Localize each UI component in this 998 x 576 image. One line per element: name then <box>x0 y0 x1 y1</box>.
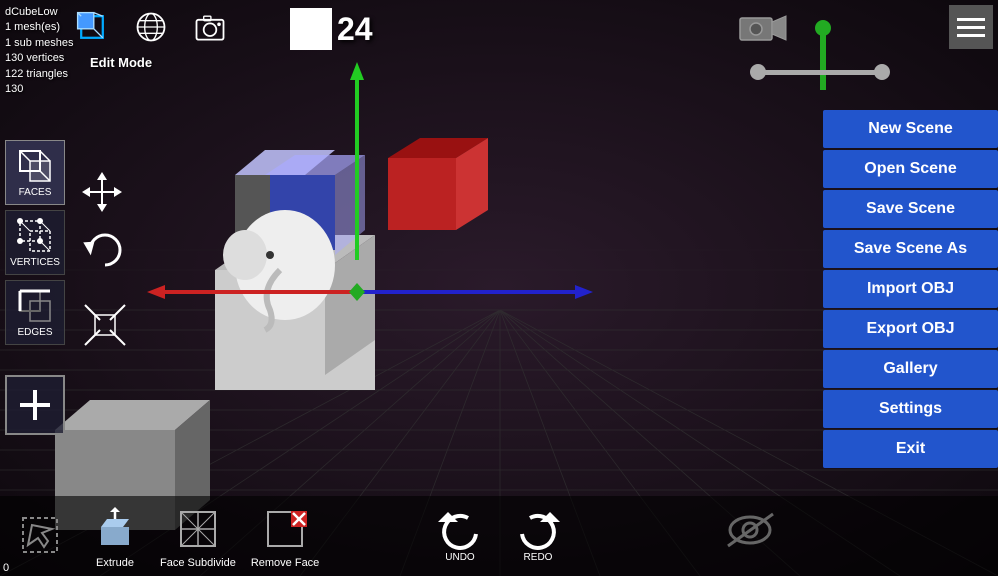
faces-tool[interactable]: FACES <box>5 140 65 205</box>
import-obj-button[interactable]: Import OBJ <box>823 270 998 308</box>
edit-mode-label: Edit Mode <box>90 55 152 70</box>
save-scene-button[interactable]: Save Scene <box>823 190 998 228</box>
vertices-count: 130 vertices <box>5 51 73 66</box>
right-menu: New Scene Open Scene Save Scene Save Sce… <box>823 110 998 468</box>
faces-label: FACES <box>19 187 52 198</box>
vertices-label: VERTICES <box>10 257 60 268</box>
face-subdivide-label: Face Subdivide <box>160 557 236 569</box>
redo-label: REDO <box>524 552 553 563</box>
frame-counter: 24 <box>290 8 373 50</box>
undo-rotate-tool[interactable] <box>80 225 130 280</box>
object-name: dCubeLow <box>5 5 73 20</box>
viewport[interactable]: dCubeLow 1 mesh(es) 1 sub meshes 130 ver… <box>0 0 998 576</box>
left-tools-panel: FACES VERTICES <box>5 140 65 345</box>
open-scene-button[interactable]: Open Scene <box>823 150 998 188</box>
scale-tool[interactable] <box>80 300 130 355</box>
extrude-icon <box>89 503 141 555</box>
select-icon <box>14 509 66 561</box>
face-subdivide-button[interactable]: Face Subdivide <box>160 503 236 569</box>
remove-face-icon <box>259 503 311 555</box>
coord-display: 0 <box>3 562 9 574</box>
extrude-tool-button[interactable]: Extrude <box>85 503 145 569</box>
settings-button[interactable]: Settings <box>823 390 998 428</box>
info-panel: dCubeLow 1 mesh(es) 1 sub meshes 130 ver… <box>5 5 73 97</box>
cube-mode-button[interactable] <box>70 5 114 49</box>
extra-count: 130 <box>5 82 73 97</box>
sub-meshes: 1 sub meshes <box>5 36 73 51</box>
new-scene-button[interactable]: New Scene <box>823 110 998 148</box>
hamburger-line-3 <box>957 34 985 37</box>
screenshot-button[interactable] <box>188 5 232 49</box>
coord-value: 0 <box>3 562 9 574</box>
select-tool-button[interactable] <box>10 509 70 563</box>
undo-button[interactable]: UNDO <box>436 510 484 563</box>
save-scene-as-button[interactable]: Save Scene As <box>823 230 998 268</box>
mesh-count: 1 mesh(es) <box>5 20 73 35</box>
top-toolbar <box>70 5 232 49</box>
globe-button[interactable] <box>129 5 173 49</box>
hamburger-line-1 <box>957 18 985 21</box>
edges-label: EDGES <box>17 327 52 338</box>
vertices-tool[interactable]: VERTICES <box>5 210 65 275</box>
move-tool[interactable] <box>80 170 124 219</box>
extrude-label: Extrude <box>96 557 134 569</box>
undo-label: UNDO <box>445 552 474 563</box>
triangles-count: 122 triangles <box>5 67 73 82</box>
remove-face-label: Remove Face <box>251 557 319 569</box>
camera-icon[interactable] <box>738 10 788 51</box>
exit-button[interactable]: Exit <box>823 430 998 468</box>
export-obj-button[interactable]: Export OBJ <box>823 310 998 348</box>
hamburger-line-2 <box>957 26 985 29</box>
gallery-button[interactable]: Gallery <box>823 350 998 388</box>
hamburger-button[interactable] <box>949 5 993 49</box>
bottom-toolbar: Extrude Face Subdivide <box>0 496 998 576</box>
frame-number: 24 <box>337 11 373 48</box>
redo-button[interactable]: REDO <box>514 510 562 563</box>
remove-face-button[interactable]: Remove Face <box>251 503 319 569</box>
frame-box <box>290 8 332 50</box>
edges-tool[interactable]: EDGES <box>5 280 65 345</box>
add-object-button[interactable] <box>5 375 65 435</box>
face-subdivide-icon <box>172 503 224 555</box>
